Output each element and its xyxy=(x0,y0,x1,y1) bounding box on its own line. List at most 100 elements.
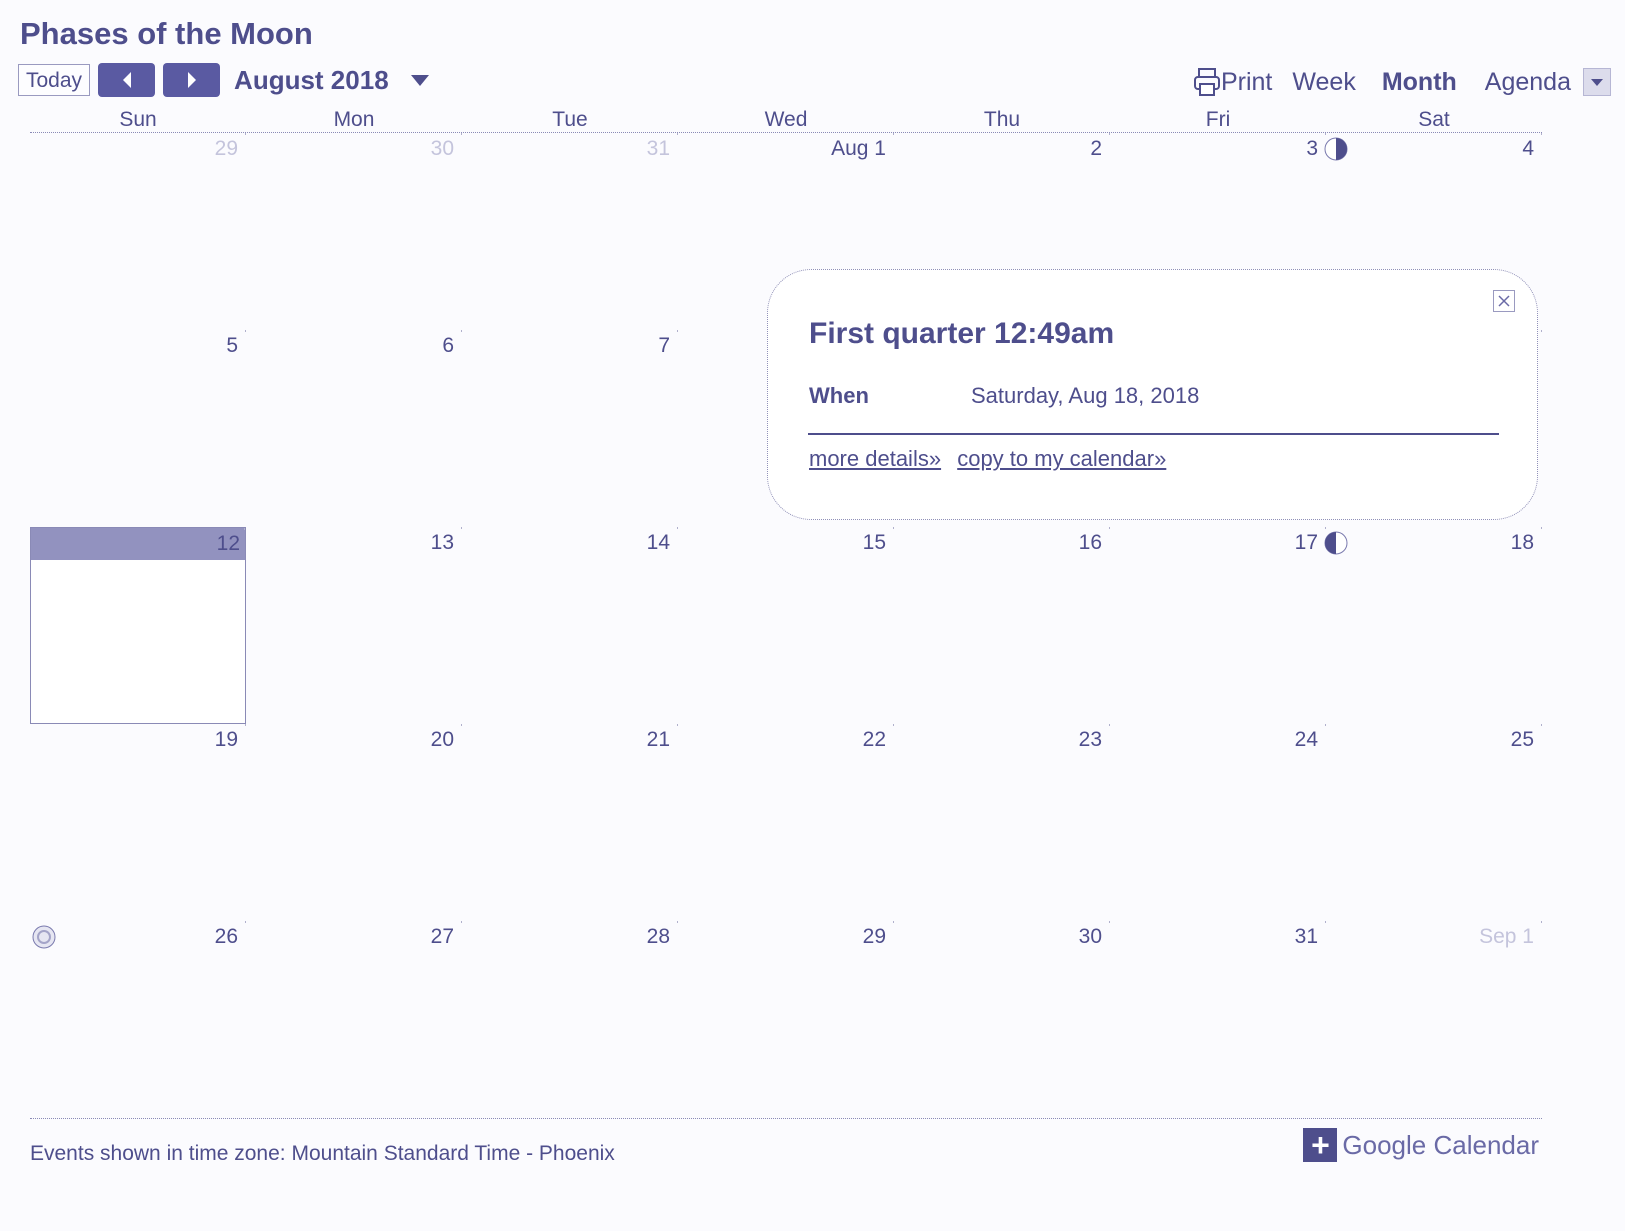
day-cell[interactable]: 28 xyxy=(462,921,678,1118)
date-number: 25 xyxy=(1510,728,1534,751)
chevron-right-icon xyxy=(187,72,196,88)
view-switcher: Print Week Month Agenda xyxy=(1193,62,1611,102)
date-number: 22 xyxy=(862,728,886,751)
day-cell[interactable]: 25 xyxy=(1326,724,1542,921)
next-month-button[interactable] xyxy=(163,63,221,97)
week-row: 12 13 14 15 16 17 18 xyxy=(30,527,1542,724)
day-cell[interactable]: 22 xyxy=(678,724,894,921)
date-number: 18 xyxy=(1510,531,1534,554)
print-label: Print xyxy=(1220,67,1273,96)
date-number: 13 xyxy=(430,531,454,554)
day-cell[interactable]: 31 xyxy=(1110,921,1326,1118)
day-cell[interactable]: 17 xyxy=(1110,527,1348,724)
date-number: Aug 1 xyxy=(831,137,886,160)
day-cell[interactable]: 29 xyxy=(30,133,246,330)
copy-to-calendar-link[interactable]: copy to my calendar» xyxy=(957,446,1166,471)
day-cell[interactable]: 27 xyxy=(246,921,462,1118)
date-number: 30 xyxy=(1078,925,1102,948)
day-cell[interactable]: 30 xyxy=(246,133,462,330)
month-dropdown-icon[interactable] xyxy=(410,74,429,86)
day-cell[interactable]: 29 xyxy=(678,921,894,1118)
full-moon-moon-icon[interactable] xyxy=(32,925,56,949)
day-cell-today[interactable]: 12 xyxy=(30,527,246,724)
date-number: 31 xyxy=(1294,925,1318,948)
more-details-link[interactable]: more details» xyxy=(809,446,941,471)
date-number: 17 xyxy=(1294,531,1318,554)
day-cell[interactable]: 6 xyxy=(246,330,462,527)
date-number: Sep 1 xyxy=(1479,925,1534,948)
date-number: 5 xyxy=(226,334,238,357)
day-cell[interactable]: 23 xyxy=(894,724,1110,921)
today-highlight xyxy=(31,528,245,560)
day-cell[interactable]: 18 xyxy=(1326,527,1542,724)
date-number: 15 xyxy=(862,531,886,554)
event-when-label: When xyxy=(809,383,869,408)
brand-google: Google xyxy=(1342,1129,1427,1160)
day-cell[interactable]: 15 xyxy=(678,527,894,724)
day-cell[interactable]: 5 xyxy=(30,330,246,527)
tab-agenda[interactable]: Agenda xyxy=(1485,68,1571,97)
timezone-note: Events shown in time zone: Mountain Stan… xyxy=(30,1142,615,1165)
chevron-down-icon xyxy=(1591,79,1603,86)
today-button[interactable]: Today xyxy=(18,64,91,96)
day-cell[interactable]: 26 xyxy=(30,921,246,1118)
weekday-header: Sun Mon Tue Wed Thu Fri Sat xyxy=(30,108,1542,133)
prev-month-button[interactable] xyxy=(98,63,156,97)
date-number: 6 xyxy=(442,334,454,357)
printer-icon xyxy=(1193,68,1220,96)
page-title: Phases of the Moon xyxy=(20,16,313,51)
date-number: 20 xyxy=(430,728,454,751)
event-popup: First quarter 12:49am When Saturday, Aug… xyxy=(767,269,1538,520)
day-cell[interactable]: 24 xyxy=(1110,724,1326,921)
plus-icon: + xyxy=(1303,1128,1338,1162)
day-cell[interactable]: 31 xyxy=(462,133,678,330)
weekday-label: Thu xyxy=(983,108,1021,131)
date-number: 30 xyxy=(430,137,454,160)
event-title: First quarter 12:49am xyxy=(809,317,1115,350)
week-row: 19 20 21 22 23 24 25 xyxy=(30,724,1542,921)
tab-week[interactable]: Week xyxy=(1292,68,1355,97)
date-number: 24 xyxy=(1294,728,1318,751)
date-number: 28 xyxy=(646,925,670,948)
day-cell[interactable]: 14 xyxy=(462,527,678,724)
date-number: 16 xyxy=(1078,531,1102,554)
current-month-label[interactable]: August 2018 xyxy=(234,65,389,96)
date-number: 4 xyxy=(1522,137,1534,160)
tab-month[interactable]: Month xyxy=(1382,68,1457,97)
print-button[interactable]: Print xyxy=(1193,67,1272,97)
weekday-label: Tue xyxy=(552,108,588,131)
google-calendar-button[interactable]: + Google Calendar xyxy=(1303,1128,1539,1162)
day-cell[interactable]: 30 xyxy=(894,921,1110,1118)
day-cell[interactable]: 19 xyxy=(30,724,246,921)
google-calendar-label: Google Calendar xyxy=(1342,1130,1539,1161)
weekday-label: Sat xyxy=(1418,108,1450,131)
footer-divider xyxy=(30,1118,1542,1119)
close-popup-button[interactable] xyxy=(1493,290,1515,312)
weekday-label: Fri xyxy=(1205,108,1231,131)
day-cell[interactable]: 21 xyxy=(462,724,678,921)
event-when-value: Saturday, Aug 18, 2018 xyxy=(971,383,1200,408)
chevron-left-icon xyxy=(122,72,131,88)
day-cell[interactable]: 20 xyxy=(246,724,462,921)
weekday-label: Sun xyxy=(119,108,157,131)
date-number: 29 xyxy=(214,137,238,160)
view-dropdown-button[interactable] xyxy=(1583,68,1611,96)
weekday-label: Mon xyxy=(333,108,375,131)
close-icon xyxy=(1498,295,1510,307)
day-cell[interactable]: Sep 1 xyxy=(1326,921,1542,1118)
date-number: 31 xyxy=(646,137,670,160)
week-row: 26 27 28 29 30 31 Sep 1 xyxy=(30,921,1542,1118)
date-number: 19 xyxy=(214,728,238,751)
popup-divider xyxy=(808,433,1499,435)
day-cell[interactable]: 13 xyxy=(246,527,462,724)
date-number: 14 xyxy=(646,531,670,554)
date-number: 23 xyxy=(1078,728,1102,751)
day-cell[interactable]: 16 xyxy=(894,527,1110,724)
date-number: 27 xyxy=(430,925,454,948)
weekday-label: Wed xyxy=(764,108,808,131)
day-cell[interactable]: 7 xyxy=(462,330,678,527)
popup-links: more details» copy to my calendar» xyxy=(809,446,1176,472)
calendar-nav: Today August 2018 xyxy=(18,62,429,98)
date-number: 3 xyxy=(1306,137,1318,160)
date-number: 2 xyxy=(1090,137,1102,160)
